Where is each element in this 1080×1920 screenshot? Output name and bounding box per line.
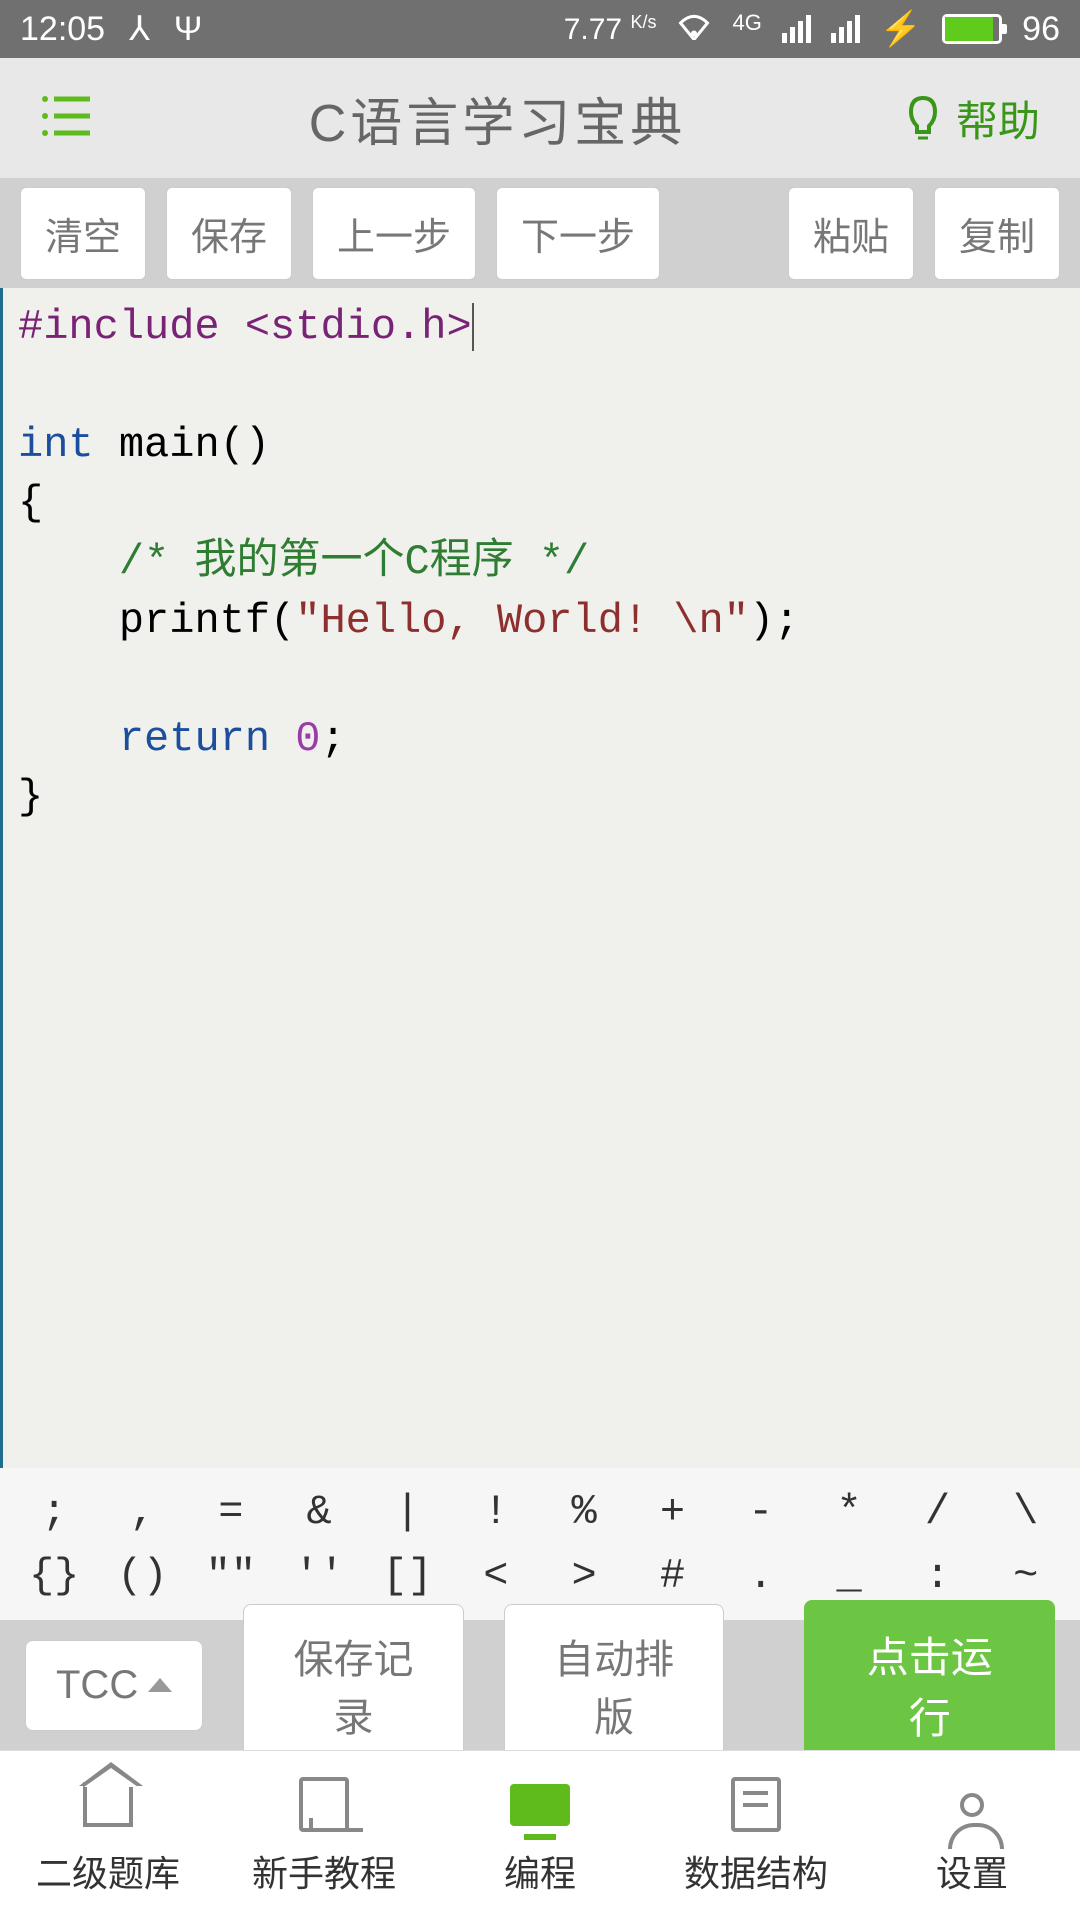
save-history-button[interactable]: 保存记录: [243, 1604, 464, 1766]
symbol-key[interactable]: _: [805, 1552, 893, 1600]
menu-icon[interactable]: [40, 91, 90, 146]
battery-percent: 96: [1022, 10, 1060, 49]
symbol-key[interactable]: ;: [10, 1488, 98, 1536]
save-button[interactable]: 保存: [166, 187, 292, 280]
copy-button[interactable]: 复制: [934, 187, 1060, 280]
app-header: C语言学习宝典 帮助: [0, 58, 1080, 178]
symbol-key[interactable]: =: [187, 1488, 275, 1536]
symbol-key[interactable]: ,: [98, 1488, 186, 1536]
symbol-key[interactable]: #: [628, 1552, 716, 1600]
symbol-key[interactable]: (): [98, 1552, 186, 1600]
status-bar: 12:05 ⅄ Ψ 7.77 K/s 4G ⚡ 96: [0, 0, 1080, 58]
redo-button[interactable]: 下一步: [496, 187, 660, 280]
symbol-key[interactable]: {}: [10, 1552, 98, 1600]
cellular-4g: 4G: [732, 10, 761, 36]
battery-icon: [942, 14, 1002, 44]
nav-exam[interactable]: 二级题库: [0, 1751, 216, 1920]
network-speed: 7.77 K/s: [564, 12, 657, 47]
compiler-select[interactable]: TCC: [25, 1640, 203, 1731]
nav-tutorial[interactable]: 新手教程: [216, 1751, 432, 1920]
symbol-key[interactable]: "": [187, 1552, 275, 1600]
undo-button[interactable]: 上一步: [312, 187, 476, 280]
editor-toolbar: 清空 保存 上一步 下一步 粘贴 复制: [0, 178, 1080, 288]
page-title: C语言学习宝典: [90, 81, 905, 156]
status-time: 12:05: [20, 10, 105, 49]
symbol-key[interactable]: []: [363, 1552, 451, 1600]
symbol-key[interactable]: %: [540, 1488, 628, 1536]
symbol-key[interactable]: <: [452, 1552, 540, 1600]
symbol-key[interactable]: &: [275, 1488, 363, 1536]
symbol-key[interactable]: /: [893, 1488, 981, 1536]
help-label: 帮助: [956, 88, 1040, 149]
usb-icon: Ψ: [174, 10, 202, 49]
nav-settings[interactable]: 设置: [864, 1751, 1080, 1920]
symbol-key[interactable]: -: [717, 1488, 805, 1536]
symbol-key[interactable]: !: [452, 1488, 540, 1536]
symbol-key[interactable]: :: [893, 1552, 981, 1600]
book-icon: [289, 1775, 359, 1835]
paste-button[interactable]: 粘贴: [788, 187, 914, 280]
signal-icon: [782, 15, 811, 43]
symbol-key[interactable]: '': [275, 1552, 363, 1600]
symbol-key[interactable]: +: [628, 1488, 716, 1536]
help-button[interactable]: 帮助: [905, 88, 1040, 149]
symbol-key[interactable]: |: [363, 1488, 451, 1536]
wifi-icon: [676, 10, 712, 49]
chevron-up-icon: [148, 1678, 172, 1692]
monitor-icon: [505, 1775, 575, 1835]
share-icon: ⅄: [129, 9, 150, 49]
code-editor[interactable]: #include <stdio.h> int main() { /* 我的第一个…: [0, 288, 1080, 1468]
charging-icon: ⚡: [880, 9, 922, 49]
symbol-key[interactable]: *: [805, 1488, 893, 1536]
auto-format-button[interactable]: 自动排版: [504, 1604, 725, 1766]
bulb-icon: [905, 94, 941, 142]
compiler-label: TCC: [56, 1663, 138, 1708]
home-icon: [73, 1775, 143, 1835]
nav-code[interactable]: 编程: [432, 1751, 648, 1920]
nav-data-structures[interactable]: 数据结构: [648, 1751, 864, 1920]
action-bar: TCC 保存记录 自动排版 点击运行: [0, 1620, 1080, 1750]
document-icon: [721, 1775, 791, 1835]
signal-icon-2: [831, 15, 860, 43]
symbol-key[interactable]: >: [540, 1552, 628, 1600]
run-button[interactable]: 点击运行: [804, 1600, 1055, 1770]
clear-button[interactable]: 清空: [20, 187, 146, 280]
symbol-key[interactable]: .: [717, 1552, 805, 1600]
symbol-key[interactable]: \: [982, 1488, 1070, 1536]
symbol-keyboard: ;,=&|!%+-*/\ {}()""''[]<>#._:~: [0, 1468, 1080, 1620]
bottom-nav: 二级题库 新手教程 编程 数据结构 设置: [0, 1750, 1080, 1920]
user-icon: [937, 1775, 1007, 1835]
symbol-key[interactable]: ~: [982, 1552, 1070, 1600]
